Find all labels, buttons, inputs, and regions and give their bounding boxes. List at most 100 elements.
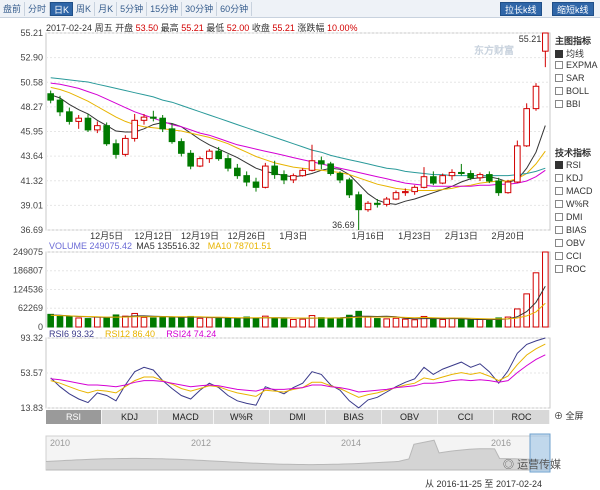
candle-body bbox=[495, 180, 502, 194]
rsi-legend-item: RSI6 93.32 bbox=[49, 329, 94, 339]
checkbox-icon[interactable] bbox=[555, 50, 563, 58]
ind-tab-wr[interactable]: W%R bbox=[214, 410, 270, 424]
main-indicator-boll[interactable]: BOLL bbox=[555, 86, 589, 96]
candle-body bbox=[542, 32, 549, 52]
checkbox-icon[interactable] bbox=[555, 74, 563, 82]
volume-bar bbox=[336, 318, 344, 328]
tech-indicator-rsi[interactable]: RSI bbox=[555, 160, 581, 170]
candle-body bbox=[131, 119, 138, 139]
candle-body bbox=[318, 160, 325, 165]
volume-bar bbox=[364, 316, 372, 328]
volume-bar bbox=[140, 316, 148, 328]
volume-y-tick: 124536 bbox=[13, 285, 43, 295]
candle-body bbox=[308, 160, 316, 171]
tech-indicator-bias[interactable]: BIAS bbox=[555, 225, 587, 235]
ind-tab-roc[interactable]: ROC bbox=[494, 410, 550, 424]
ind-tab-obv[interactable]: OBV bbox=[382, 410, 438, 424]
rsi-legend-item: RSI24 74.24 bbox=[166, 329, 216, 339]
watermark: ◎ 运营传媒 bbox=[503, 456, 561, 472]
checkbox-icon[interactable] bbox=[555, 213, 563, 221]
tech-indicator-label: DMI bbox=[566, 212, 583, 222]
kline-x-tick: 1月16日 bbox=[351, 231, 384, 241]
candle-body bbox=[476, 174, 484, 179]
volume-bar bbox=[430, 318, 437, 328]
checkbox-icon[interactable] bbox=[555, 239, 563, 247]
main-indicator-bbi[interactable]: BBI bbox=[555, 99, 581, 109]
volume-bar bbox=[66, 315, 73, 328]
wechat-icon: ◎ bbox=[503, 459, 514, 471]
candle-body bbox=[103, 125, 110, 145]
kline-y-tick: 45.95 bbox=[20, 127, 43, 137]
checkbox-icon[interactable] bbox=[555, 226, 563, 234]
volume-bar bbox=[224, 317, 232, 328]
tech-indicator-label: MACD bbox=[566, 186, 593, 196]
volume-bar bbox=[467, 319, 474, 328]
candle-body bbox=[178, 141, 185, 154]
tech-indicator-kdj[interactable]: KDJ bbox=[555, 173, 583, 183]
candle-body bbox=[336, 173, 344, 181]
volume-bar bbox=[252, 317, 260, 328]
tech-indicator-macd[interactable]: MACD bbox=[555, 186, 593, 196]
tech-indicator-dmi[interactable]: DMI bbox=[555, 212, 583, 222]
checkbox-icon[interactable] bbox=[555, 187, 563, 195]
checkbox-icon[interactable] bbox=[555, 161, 563, 169]
overview-year-tick: 2010 bbox=[50, 438, 70, 448]
kline-x-tick: 1月23日 bbox=[398, 231, 431, 241]
ind-tab-macd[interactable]: MACD bbox=[158, 410, 214, 424]
main-indicator-label: SAR bbox=[566, 73, 585, 83]
ind-tab-rsi[interactable]: RSI bbox=[46, 410, 102, 424]
candle-body bbox=[467, 173, 474, 179]
volume-bar bbox=[47, 313, 54, 328]
volume-bar bbox=[187, 315, 194, 328]
candle-body bbox=[430, 176, 437, 184]
volume-bar bbox=[476, 318, 484, 328]
fullscreen-label: 全屏 bbox=[565, 411, 584, 421]
date-range: 从 2016-11-25 至 2017-02-24 bbox=[425, 477, 542, 490]
volume-bar bbox=[318, 317, 325, 328]
rsi-y-tick: 53.57 bbox=[20, 368, 43, 378]
ind-tab-dmi[interactable]: DMI bbox=[270, 410, 326, 424]
kline-x-tick: 12月26日 bbox=[228, 231, 266, 241]
kline-x-tick: 12月12日 bbox=[134, 231, 172, 241]
candle-body bbox=[486, 174, 493, 182]
ind-tab-cci[interactable]: CCI bbox=[438, 410, 494, 424]
tech-indicator-label: KDJ bbox=[566, 173, 584, 183]
volume-y-tick: 249075 bbox=[13, 247, 43, 257]
candle-body bbox=[504, 181, 512, 194]
ind-tab-bias[interactable]: BIAS bbox=[326, 410, 382, 424]
volume-bar bbox=[486, 319, 493, 328]
candle-body bbox=[56, 99, 64, 113]
tech-indicator-roc[interactable]: ROC bbox=[555, 264, 586, 274]
volume-bar bbox=[196, 317, 204, 328]
tech-indicator-obv[interactable]: OBV bbox=[555, 238, 585, 248]
volume-bar bbox=[84, 318, 92, 328]
candle-body bbox=[290, 175, 297, 181]
candle-body bbox=[122, 137, 129, 155]
candle-body bbox=[346, 179, 353, 196]
volume-bar bbox=[150, 317, 157, 328]
overview-year-tick: 2012 bbox=[191, 438, 211, 448]
volume-bar bbox=[159, 316, 166, 328]
candle-body bbox=[402, 191, 409, 194]
checkbox-icon[interactable] bbox=[555, 252, 563, 260]
main-indicator-ma[interactable]: 均线 bbox=[555, 47, 584, 60]
volume-y-tick: 0 bbox=[38, 322, 43, 332]
checkbox-icon[interactable] bbox=[555, 100, 563, 108]
checkbox-icon[interactable] bbox=[555, 200, 563, 208]
overview-year-tick: 2014 bbox=[341, 438, 361, 448]
checkbox-icon[interactable] bbox=[555, 174, 563, 182]
tech-indicator-wr[interactable]: W%R bbox=[555, 199, 589, 209]
main-indicator-sar[interactable]: SAR bbox=[555, 73, 585, 83]
volume-bar bbox=[56, 315, 64, 328]
fullscreen-button[interactable]: ⊕ 全屏 bbox=[554, 409, 584, 422]
main-indicator-label: BBI bbox=[566, 99, 581, 109]
ind-tab-kdj[interactable]: KDJ bbox=[102, 410, 158, 424]
candle-body bbox=[411, 186, 418, 193]
checkbox-icon[interactable] bbox=[555, 265, 563, 273]
main-indicator-expma[interactable]: EXPMA bbox=[555, 60, 598, 70]
kline-y-tick: 43.64 bbox=[20, 151, 43, 161]
main-indicator-label: EXPMA bbox=[566, 60, 598, 70]
tech-indicator-cci[interactable]: CCI bbox=[555, 251, 582, 261]
checkbox-icon[interactable] bbox=[555, 87, 563, 95]
checkbox-icon[interactable] bbox=[555, 61, 563, 69]
